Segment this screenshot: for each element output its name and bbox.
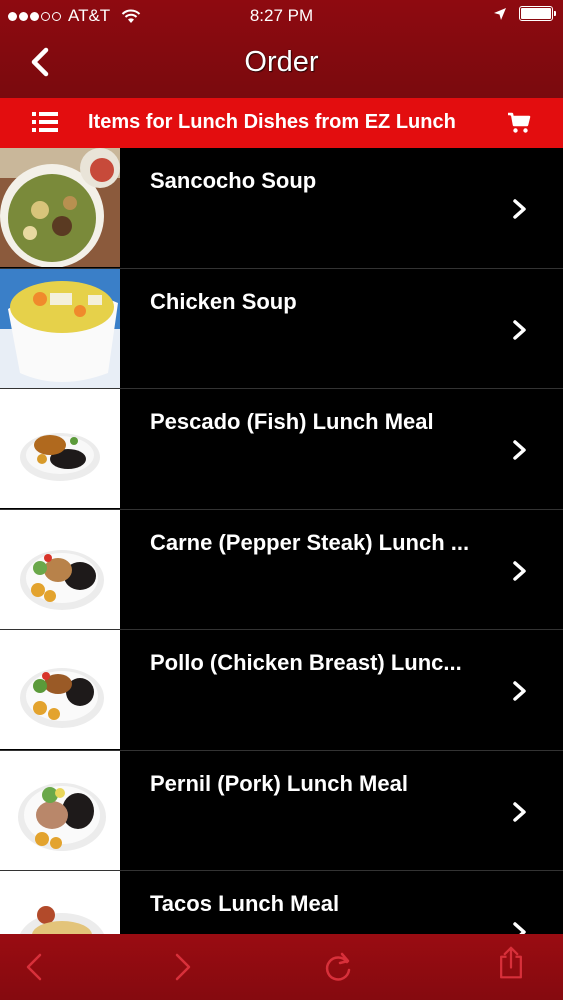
list-item[interactable]: Tacos Lunch Meal: [0, 871, 563, 934]
chevron-right-icon: [513, 440, 526, 460]
item-label: Chicken Soup: [150, 288, 297, 314]
item-label: Sancocho Soup: [150, 168, 317, 193]
fish-plate-photo: [0, 389, 120, 508]
cart-icon[interactable]: [507, 111, 531, 135]
list-item[interactable]: Pollo (Chicken Breast) Lunc...: [0, 630, 563, 751]
list-item[interactable]: Pernil (Pork) Lunch Meal: [0, 750, 563, 871]
arrow-back-icon[interactable]: [18, 950, 52, 984]
item-label: Tacos Lunch Meal: [150, 891, 340, 916]
chevron-right-icon: [513, 560, 526, 581]
list-item[interactable]: Sancocho Soup: [0, 148, 563, 269]
sub-header: Items for Lunch Dishes from EZ Lunch: [0, 98, 563, 148]
item-label: Pescado (Fish) Lunch Meal: [150, 409, 434, 434]
location-arrow-icon: [494, 7, 506, 20]
section-title: Items for Lunch Dishes from EZ Lunch: [88, 111, 456, 133]
status-time: 8:27 PM: [249, 6, 314, 25]
battery-icon: [519, 6, 556, 21]
chevron-right-icon: [513, 199, 526, 219]
list-item[interactable]: Carne (Pepper Steak) Lunch ...: [0, 509, 563, 630]
list-icon[interactable]: [32, 110, 58, 134]
status-bar-right: [493, 6, 556, 21]
reload-icon[interactable]: [322, 950, 356, 984]
menu-item-list[interactable]: Sancocho Soup Chicken Soup Pescado (Fish…: [0, 148, 563, 934]
tacos-plate-photo: [0, 871, 120, 934]
chicken-soup-photo: [0, 268, 120, 388]
list-item[interactable]: Pescado (Fish) Lunch Meal: [0, 389, 563, 510]
arrow-forward-icon[interactable]: [165, 950, 199, 984]
item-label: Pollo (Chicken Breast) Lunc...: [150, 650, 462, 675]
nav-bar: Order: [0, 32, 563, 98]
chevron-right-icon: [513, 922, 526, 934]
item-label: Carne (Pepper Steak) Lunch ...: [150, 529, 470, 555]
chicken-plate-photo: [0, 630, 120, 749]
steak-plate-photo: [0, 509, 120, 629]
item-label: Pernil (Pork) Lunch Meal: [150, 770, 408, 796]
status-bar: AT&T 8:27 PM: [0, 0, 563, 32]
bottom-toolbar: [0, 934, 563, 1000]
sancocho-soup-photo: [0, 148, 120, 267]
list-item[interactable]: Chicken Soup: [0, 268, 563, 389]
chevron-right-icon: [513, 801, 526, 822]
page-title: Order: [244, 46, 319, 78]
chevron-right-icon: [513, 681, 526, 701]
chevron-right-icon: [513, 319, 526, 340]
share-icon[interactable]: [494, 946, 528, 980]
pork-plate-photo: [0, 750, 120, 870]
